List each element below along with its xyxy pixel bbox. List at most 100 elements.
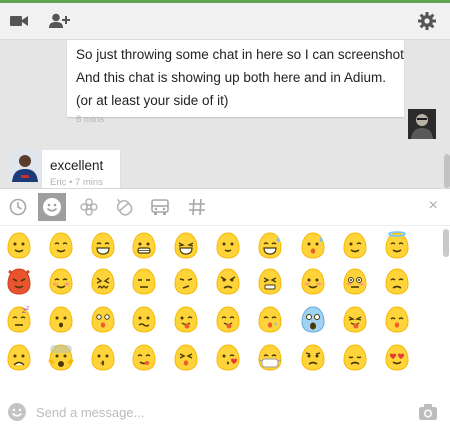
svg-text:z: z [26,305,29,312]
emoji-weary[interactable] [384,305,410,333]
emoji-expressionless[interactable] [131,267,157,295]
tongue-closed-icon [216,306,240,333]
emoji-kissing[interactable] [90,343,116,371]
emoji-mask[interactable] [257,343,283,371]
outgoing-message-bubble: So just throwing some chat in here so I … [67,40,404,125]
category-objects-tab[interactable] [110,193,138,221]
emoji-confounded[interactable] [90,267,116,295]
emoji-worried[interactable] [300,343,326,371]
emoji-tongue-closed[interactable] [215,305,241,333]
camera-icon [419,404,437,420]
smiley-icon [43,198,61,216]
emoji-picker: × zz [0,188,450,398]
emoji-yum[interactable] [131,343,157,371]
emoji-scream[interactable] [300,305,326,333]
kissing-heart-icon [216,344,240,371]
contact-avatar [9,150,41,182]
grin-icon [91,232,115,259]
emoji-grid-scrollbar[interactable] [443,229,449,257]
emoji-unamused[interactable] [173,267,199,295]
emoji-disappointed[interactable] [384,267,410,295]
add-person-button[interactable] [46,9,72,33]
send-photo-button[interactable] [418,403,438,421]
angry-icon [216,268,240,295]
category-places-tab[interactable] [146,193,174,221]
emoji-sleeping[interactable] [257,305,283,333]
emoji-laughing[interactable] [173,231,199,259]
flower-icon [80,198,98,216]
emoji-frowning[interactable] [6,343,32,371]
kissing-icon [91,344,115,371]
emoji-wink[interactable] [342,231,368,259]
message-input[interactable] [36,401,406,423]
emoji-toggle-button[interactable] [7,402,27,422]
emoji-astonished[interactable] [90,305,116,333]
emoji-grin[interactable] [90,231,116,259]
sleepy-icon: zz [7,305,31,333]
smirk-icon [49,232,73,259]
unamused-icon [174,268,198,295]
emoji-grimace[interactable] [131,231,157,259]
chat-scrollbar[interactable] [444,154,450,188]
frowning-icon [7,344,31,371]
clock-icon [9,198,27,216]
emoji-relaxed[interactable] [48,267,74,295]
hashtag-icon [189,198,205,216]
emoji-pensive[interactable] [342,343,368,371]
my-avatar [408,109,436,139]
emoji-smiling-imp[interactable] [6,267,32,295]
tired-icon [174,344,198,371]
smile-icon [7,232,31,259]
emoji-persevere[interactable] [257,267,283,295]
sleeping-icon [258,306,282,333]
expressionless-icon [132,268,156,295]
emoji-cold-sweat[interactable] [300,231,326,259]
grimace-icon [132,232,156,259]
worried-icon [301,344,325,371]
emoji-sleepy[interactable]: zz [6,305,32,333]
gear-icon [418,12,436,30]
emoji-neutral-smile[interactable] [215,231,241,259]
settings-button[interactable] [414,9,440,33]
emoji-blush[interactable] [300,267,326,295]
emoji-tongue-squint[interactable] [342,305,368,333]
emoji-tongue-wink[interactable] [173,305,199,333]
disappointed-icon [385,268,409,295]
chat-history[interactable]: So just throwing some chat in here so I … [0,40,450,188]
tongue-squint-icon [343,306,367,333]
emoji-smirk[interactable] [48,231,74,259]
relaxed-icon [49,268,73,295]
smiley-icon [8,403,26,421]
heart-eyes-icon [385,344,409,371]
close-emoji-picker-button[interactable]: × [429,197,438,215]
message-timestamp: 8 mins [76,114,104,125]
emoji-flushed[interactable] [342,267,368,295]
message-sender-timestamp: Eric • 7 mins [50,177,103,188]
emoji-kissing-heart[interactable] [215,343,241,371]
emoji-angry[interactable] [215,267,241,295]
sweat-smile-icon [258,232,282,259]
innocent-icon [385,231,409,259]
emoji-fearful[interactable] [48,343,74,371]
category-symbols-tab[interactable] [183,193,211,221]
add-person-icon [49,13,70,28]
emoji-sweat-smile[interactable] [257,231,283,259]
confounded-icon [91,268,115,295]
emoji-grid: zz [0,229,440,397]
message-line: (or at least your side of it) [76,93,229,108]
bell-icon [116,198,133,216]
emoji-smile[interactable] [6,231,32,259]
emoji-confused[interactable] [131,305,157,333]
emoji-innocent[interactable] [384,231,410,259]
emoji-hushed[interactable] [48,305,74,333]
video-call-button[interactable] [6,9,32,33]
category-people-tab[interactable] [38,193,66,221]
emoji-heart-eyes[interactable] [384,343,410,371]
category-nature-tab[interactable] [75,193,103,221]
neutral-smile-icon [216,232,240,259]
pensive-icon [343,344,367,371]
message-composer [0,396,450,428]
category-recent-tab[interactable] [4,193,32,221]
emoji-tired[interactable] [173,343,199,371]
fearful-icon [48,344,74,371]
